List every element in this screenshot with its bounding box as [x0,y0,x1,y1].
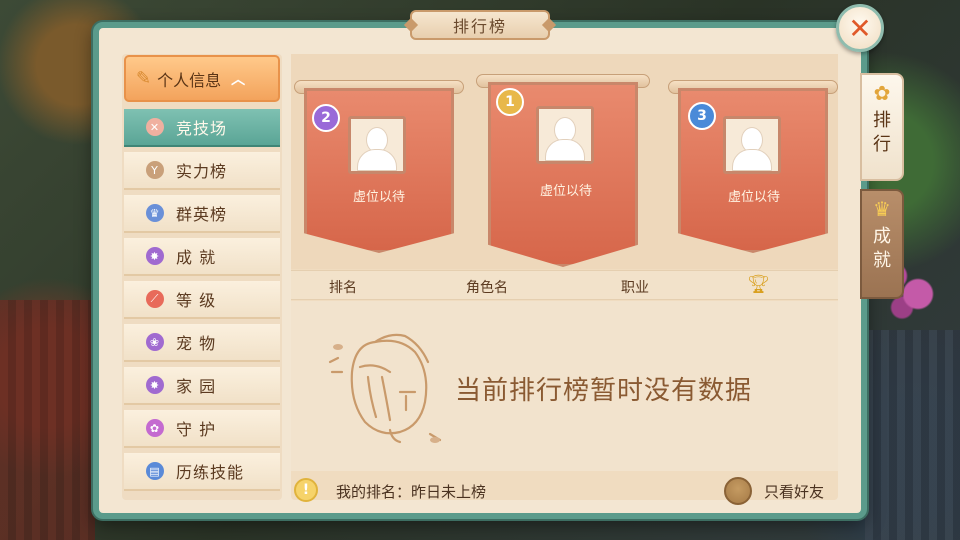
avatar-rank-1[interactable] [536,106,594,164]
menu-item-training-skills[interactable]: ▤ 历练技能 [124,453,280,491]
menu-item-level[interactable]: ⟋ 等 级 [124,281,280,319]
friends-only-toggle[interactable] [724,477,752,505]
avatar-placeholder-body [357,149,397,171]
menu-item-label: 竞技场 [176,119,228,138]
podium-name-3: 虚位以待 [727,190,780,205]
crying-character-icon [328,333,442,444]
column-header-role-name: 角色名 [466,280,508,296]
menu-item-achievement[interactable]: ✸ 成 就 [124,238,280,276]
background-building [865,330,960,540]
rank-badge-1: 1 [496,88,524,116]
podium-name-2: 虚位以待 [352,190,405,205]
menu-item-power[interactable]: Y 实力榜 [124,152,280,190]
crossed-swords-icon: ✕ [146,118,164,136]
friends-only-label[interactable]: 只看好友 [764,481,824,502]
avatar-rank-3[interactable] [723,116,781,174]
feather-icon: ✎ [136,68,152,89]
podium-name-1: 虚位以待 [539,184,592,199]
avatar-placeholder-body [732,149,772,171]
guard-icon: ✿ [146,419,164,437]
close-icon: ✕ [848,11,872,45]
menu-header-personal-info[interactable]: ✎ 个人信息 ︿ [124,55,280,102]
menu-item-label: 家 园 [176,377,217,396]
medal-icon: ✸ [146,247,164,265]
menu-item-label: 成 就 [176,248,217,267]
warning-icon: ! [294,478,318,502]
home-icon: ✸ [146,376,164,394]
menu-item-label: 实力榜 [176,162,228,181]
crown-icon: ♛ [146,204,164,222]
empty-message: 当前排行榜暂时没有数据 [455,376,753,406]
avatar-rank-2[interactable] [348,116,406,174]
my-rank-label: 我的排名： [336,483,412,501]
book-icon: ▤ [146,462,164,480]
tab-label: 排 [873,110,891,131]
paw-icon: ❀ [146,333,164,351]
trophy-icon: 🏆︎ [747,274,770,295]
rank-badge-2: 2 [312,104,340,132]
menu-item-label: 等 级 [176,291,217,310]
table-header: 排名 角色名 职业 🏆︎ [291,270,838,300]
menu-item-label: 守 护 [176,420,217,439]
tab-label: 成 [873,226,891,247]
menu-item-arena[interactable]: ✕ 竞技场 [124,109,280,147]
menu-header-label: 个人信息 [157,70,222,90]
rank-badge-3: 3 [688,102,716,130]
close-button[interactable]: ✕ [836,4,884,52]
column-header-rank: 排名 [329,280,357,296]
menu-item-label: 历练技能 [176,463,245,482]
tab-label: 行 [873,134,891,155]
trophy-cup-icon: ♛ [873,197,891,221]
window-title: 排行榜 [410,10,550,40]
my-rank: 我的排名：昨日未上榜 [336,481,486,502]
avatar-placeholder-body [545,139,585,161]
menu-item-home[interactable]: ✸ 家 园 [124,367,280,405]
menu-item-guard[interactable]: ✿ 守 护 [124,410,280,448]
tab-label: 就 [873,250,891,271]
tab-achievements[interactable]: ♛ 成 就 [860,189,904,299]
level-icon: ⟋ [146,290,164,308]
chevron-up-icon: ︿ [231,71,246,88]
menu-item-pet[interactable]: ❀ 宠 物 [124,324,280,362]
tab-ranking[interactable]: ✿ 排 行 [860,73,904,181]
menu-item-label: 宠 物 [176,334,217,353]
power-icon: Y [146,161,164,179]
menu-item-label: 群英榜 [176,205,228,224]
background-building [0,300,95,540]
ranking-flower-icon: ✿ [873,81,891,105]
column-header-class: 职业 [621,280,649,296]
my-rank-value: 昨日未上榜 [411,483,487,501]
menu-item-heroes[interactable]: ♛ 群英榜 [124,195,280,233]
